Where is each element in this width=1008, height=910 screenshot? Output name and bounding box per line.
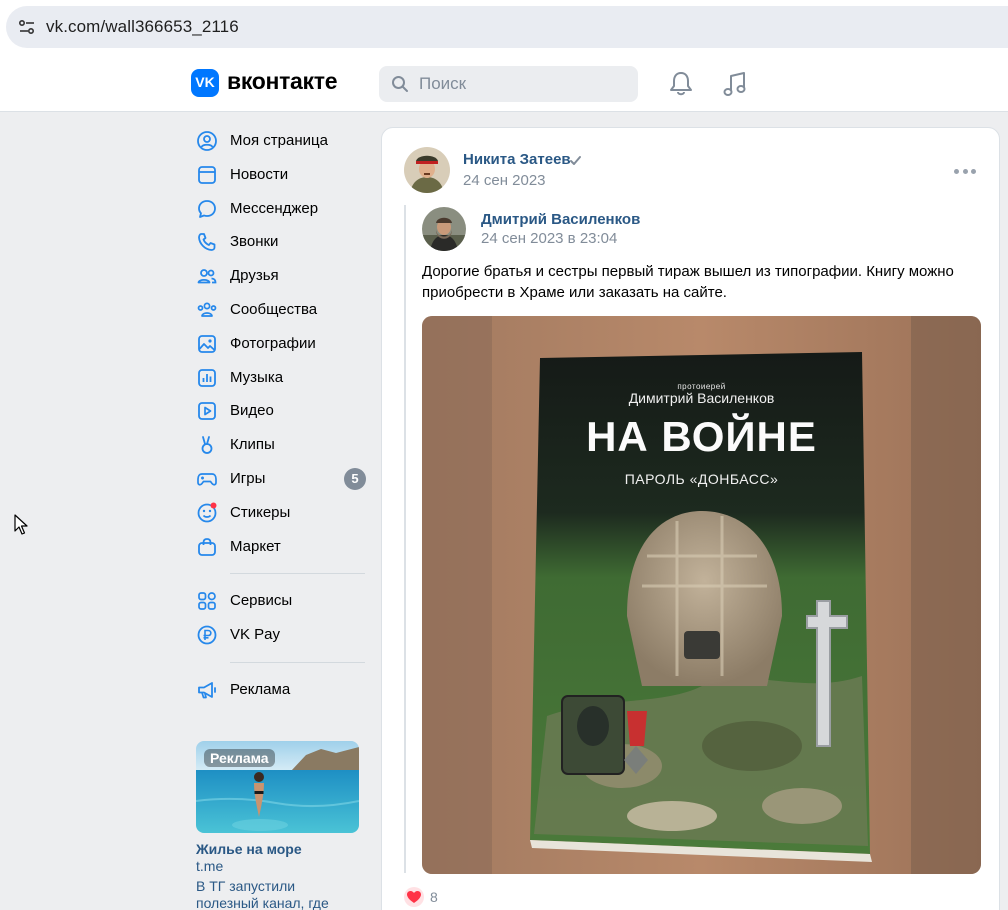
post-date[interactable]: 24 сен 2023 [463, 172, 546, 189]
repost-author-portrait [422, 207, 466, 251]
phone-icon [198, 233, 216, 252]
sidebar-item-label: VK Pay [230, 626, 281, 644]
megaphone-icon [198, 682, 216, 699]
games-icon [197, 473, 217, 486]
sidebar-item-label: Реклама [230, 680, 291, 698]
sidebar-item-stickers[interactable]: Стикеры [196, 496, 368, 530]
author-avatar[interactable] [404, 147, 450, 193]
post-author-name[interactable]: Никита Затеев [463, 151, 571, 168]
author-portrait [404, 147, 450, 193]
sidebar-item-label: Клипы [230, 436, 275, 454]
games-counter-badge: 5 [344, 467, 366, 490]
sidebar-item-label: Моя страница [230, 132, 328, 149]
sidebar-item-photos[interactable]: Фотографии [196, 327, 368, 361]
url-text: vk.com/wall366653_2116 [46, 17, 239, 36]
search-input[interactable] [419, 66, 629, 102]
sidebar-item-label: Новости [230, 165, 289, 183]
ad-title[interactable]: Жилье на море [196, 841, 361, 857]
sidebar-item-label: Музыка [230, 368, 284, 386]
sidebar-divider [230, 661, 365, 663]
browser-address-bar: vk.com/wall366653_2116 [0, 0, 1008, 56]
friends-icon [197, 269, 217, 284]
sidebar-item-messenger[interactable]: Мессенджер [196, 192, 368, 226]
video-icon [198, 402, 216, 421]
sidebar-item-label: Видео [230, 402, 274, 420]
sidebar-item-label: Сервисы [230, 592, 293, 610]
vk-header: VK вконтакте [0, 56, 1008, 112]
vk-logo-icon[interactable]: VK [191, 69, 219, 97]
sidebar-item-label: Звонки [230, 233, 279, 251]
clips-icon [201, 436, 213, 455]
sidebar-item-calls[interactable]: Звонки [196, 225, 368, 259]
url-field[interactable]: vk.com/wall366653_2116 [6, 6, 1008, 48]
post-text: Дорогие братья и сестры первый тираж выш… [422, 263, 954, 301]
post-more-options-icon[interactable] [954, 164, 976, 178]
vk-brand-name[interactable]: вконтакте [227, 68, 338, 95]
communities-icon [197, 302, 217, 317]
sidebar-item-vk-pay[interactable]: VK Pay [196, 618, 368, 652]
sidebar-item-video[interactable]: Видео [196, 394, 368, 428]
user-circle-icon [197, 131, 217, 151]
site-settings-icon[interactable] [18, 18, 36, 36]
services-icon [198, 592, 216, 611]
repost-author-avatar[interactable] [422, 207, 466, 251]
sidebar-item-label: Игры [230, 469, 266, 487]
news-icon [198, 165, 216, 184]
market-icon [198, 537, 216, 556]
sidebar-item-market[interactable]: Маркет [196, 530, 368, 564]
verified-check-icon [570, 156, 581, 165]
heart-icon [404, 887, 424, 907]
post-photo[interactable]: протоиерей Димитрий Василенков НА ВОЙНЕ … [422, 316, 981, 874]
sidebar-advertisement[interactable]: Реклама Жилье на море t.me В ТГ запустил… [196, 741, 361, 910]
sidebar-item-label: Друзья [230, 267, 279, 285]
sidebar-item-label: Мессенджер [230, 199, 319, 217]
search-box[interactable] [379, 66, 638, 102]
book-author: Димитрий Василенков [628, 390, 775, 406]
ad-label-badge: Реклама [204, 749, 275, 767]
photo-icon [198, 334, 216, 353]
sidebar-item-label: Маркет [230, 537, 281, 555]
like-count: 8 [430, 889, 438, 905]
bell-icon[interactable] [668, 70, 694, 98]
sidebar-item-label: Фотографии [230, 334, 316, 352]
search-icon [392, 76, 408, 92]
music-icon [198, 368, 216, 387]
mouse-cursor-icon [14, 514, 28, 535]
book-subtitle: ПАРОЛЬ «ДОНБАСС» [624, 471, 779, 487]
sidebar-item-ads[interactable]: Реклама [196, 673, 368, 707]
ad-domain[interactable]: t.me [196, 858, 361, 874]
wall-post: Никита Затеев 24 сен 2023 Дмитрий Василе… [381, 127, 1000, 910]
ad-image[interactable]: Реклама [196, 741, 359, 833]
sidebar-item-label: Сообщества [230, 300, 318, 318]
sidebar-divider [230, 573, 365, 575]
repost-block: Дмитрий Василенков 24 сен 2023 в 23:04 Д… [404, 205, 984, 874]
left-sidebar: Моя страница Новости Мессенджер Звонки Д… [196, 124, 368, 707]
book-title: НА ВОЙНЕ [586, 413, 817, 460]
sidebar-item-clips[interactable]: Клипы [196, 428, 368, 462]
stickers-icon [197, 502, 217, 523]
repost-date[interactable]: 24 сен 2023 в 23:04 [481, 230, 617, 247]
vkpay-icon [197, 625, 217, 645]
message-icon [198, 199, 216, 218]
sidebar-item-games[interactable]: Игры 5 [196, 462, 368, 496]
sidebar-item-music[interactable]: Музыка [196, 361, 368, 395]
music-note-icon[interactable] [722, 70, 748, 98]
sidebar-item-friends[interactable]: Друзья [196, 259, 368, 293]
ad-description[interactable]: В ТГ запустили полезный канал, где [196, 878, 361, 910]
sidebar-item-news[interactable]: Новости [196, 158, 368, 192]
sidebar-item-label: Стикеры [230, 503, 291, 521]
repost-author-name[interactable]: Дмитрий Василенков [481, 211, 640, 228]
sidebar-item-communities[interactable]: Сообщества [196, 293, 368, 327]
sidebar-item-my-page[interactable]: Моя страница [196, 124, 368, 158]
sidebar-item-services[interactable]: Сервисы [196, 584, 368, 618]
vk-logo-letters: VK [195, 74, 215, 90]
